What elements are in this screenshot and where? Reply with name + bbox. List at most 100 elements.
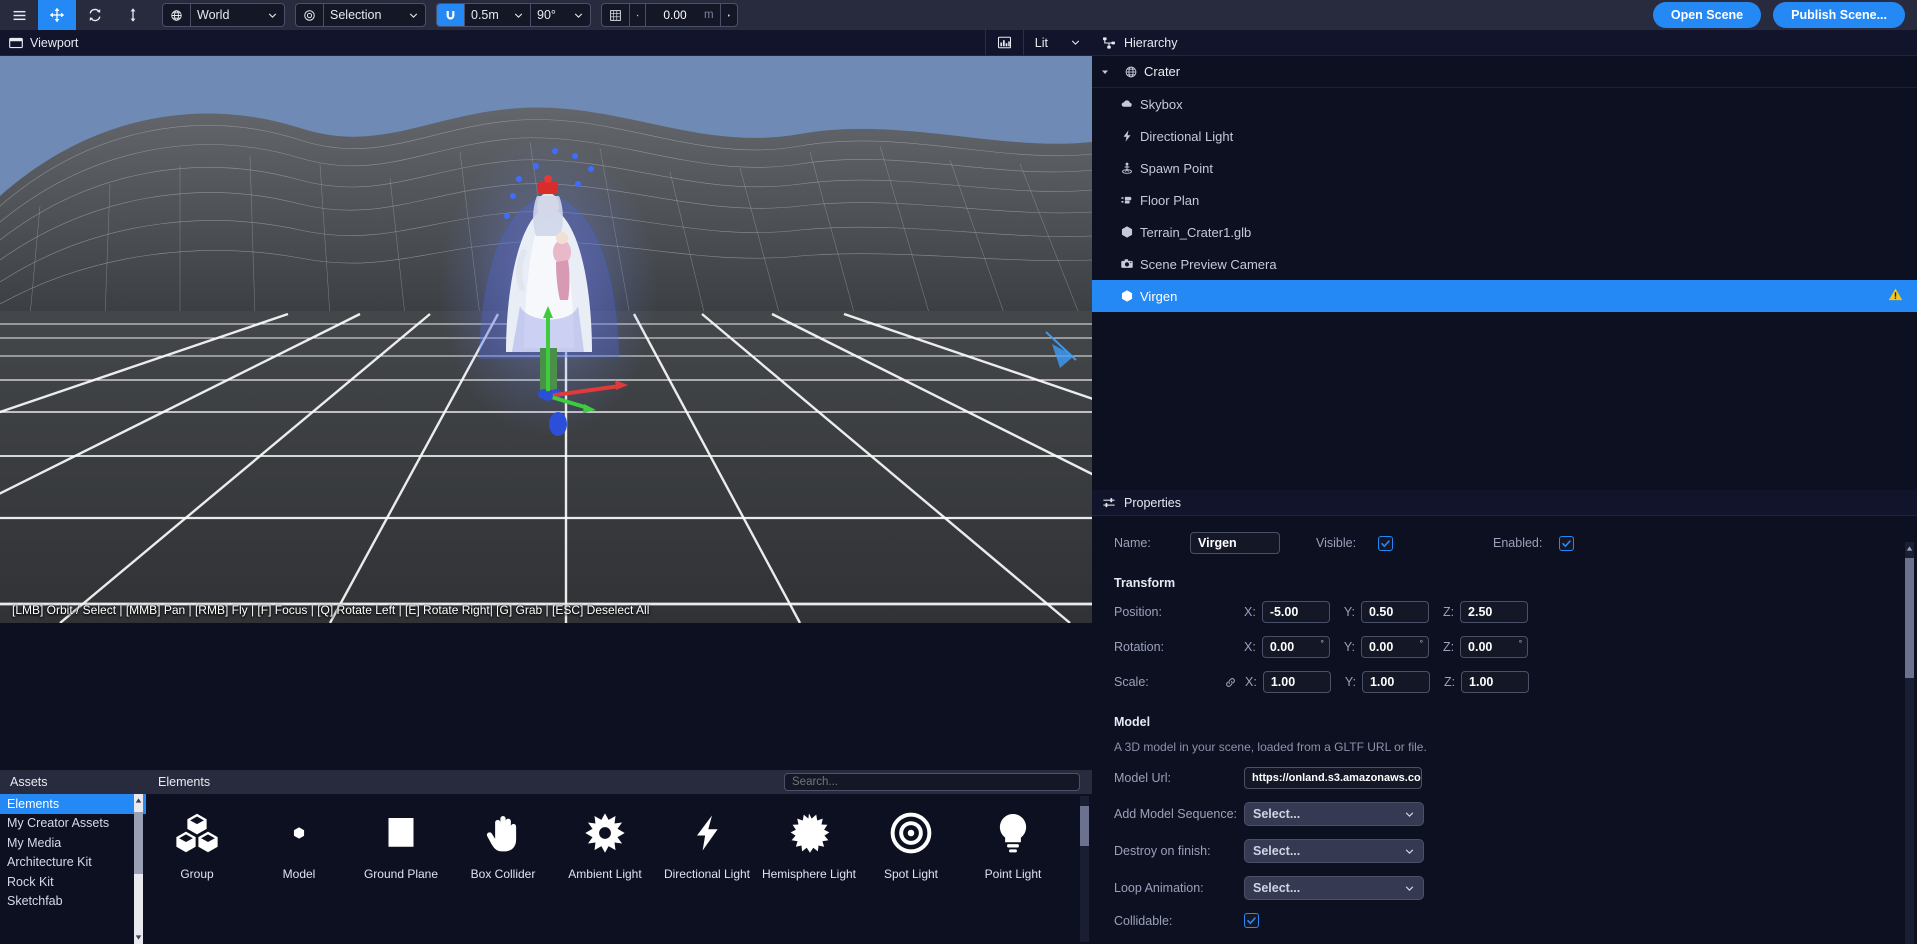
open-scene-button[interactable]: Open Scene [1652, 2, 1762, 28]
assets-item-label: Architecture Kit [7, 855, 92, 870]
viewport-header: Viewport Lit [0, 30, 1092, 56]
warning-icon[interactable] [1888, 287, 1903, 305]
hierarchy-item-spawn-point[interactable]: Spawn Point [1092, 152, 1917, 184]
elements-scrollbar[interactable] [1080, 796, 1089, 942]
scroll-up-arrow-icon[interactable] [1905, 542, 1914, 554]
rotate-icon [89, 8, 101, 22]
hierarchy-root-row[interactable]: Crater [1092, 56, 1917, 88]
coordinate-space-icon-cell[interactable] [163, 4, 191, 26]
add-model-sequence-value: Select... [1253, 807, 1301, 821]
element-card-spot-light[interactable]: Spot Light [860, 810, 962, 881]
snap-angle-dropdown[interactable]: 90° [531, 4, 590, 26]
position-y-axis-label: Y: [1343, 605, 1355, 619]
scale-label: Scale: [1114, 675, 1149, 689]
element-card-directional-light[interactable]: Directional Light [656, 810, 758, 881]
element-card-label: Model [282, 867, 316, 881]
scale-link-icon[interactable] [1224, 676, 1237, 689]
element-card-ground-plane[interactable]: Ground Plane [350, 810, 452, 881]
element-card-group[interactable]: Group [146, 810, 248, 881]
assets-item-my-media[interactable]: My Media [0, 833, 146, 853]
element-card-point-light[interactable]: Point Light [962, 810, 1064, 881]
assets-scroll-down-icon[interactable] [134, 931, 143, 944]
square-plane-icon [381, 810, 421, 856]
rotation-z-value: 0.00 [1468, 640, 1493, 654]
model-section-title: Model [1114, 715, 1151, 729]
viewport-stats-button[interactable] [984, 30, 1023, 55]
element-card-hemisphere-light[interactable]: Hemisphere Light [758, 810, 860, 881]
hierarchy-item-label: Virgen [1140, 288, 1178, 304]
rotation-y-value: 0.00 [1368, 640, 1394, 654]
shading-mode-value: Lit [1034, 35, 1048, 50]
assets-item-sketchfab[interactable]: Sketchfab [0, 892, 146, 912]
properties-scrollbar[interactable] [1905, 542, 1914, 944]
scale-tool-button[interactable] [114, 0, 152, 30]
element-card-ambient-light[interactable]: Ambient Light [554, 810, 656, 881]
hierarchy-item-scene-preview-camera[interactable]: Scene Preview Camera [1092, 248, 1917, 280]
grid-decrement-button[interactable] [630, 4, 646, 26]
move-tool-button[interactable] [38, 0, 76, 30]
collidable-checkbox[interactable] [1244, 913, 1259, 928]
hamburger-menu-button[interactable] [0, 0, 38, 30]
coordinate-space-dropdown[interactable]: World [191, 4, 284, 26]
element-card-label: Point Light [984, 867, 1042, 881]
triangle-left-icon [636, 13, 639, 17]
assets-item-rock-kit[interactable]: Rock Kit [0, 872, 146, 892]
shading-mode-dropdown[interactable]: Lit [1022, 30, 1092, 55]
expand-caret-icon[interactable] [1092, 67, 1118, 77]
collidable-label: Collidable: [1114, 913, 1173, 928]
elements-search-input[interactable] [784, 773, 1080, 791]
model-section-description: A 3D model in your scene, loaded from a … [1114, 740, 1427, 754]
snap-distance-value: 0.5m [471, 8, 499, 22]
hierarchy-item-floor-plan[interactable]: Floor Plan [1092, 184, 1917, 216]
position-y-input[interactable]: 0.50 [1360, 601, 1429, 623]
grid-value-field[interactable]: 0.00 m [646, 4, 721, 26]
assets-item-my-creator-assets[interactable]: My Creator Assets [0, 814, 146, 834]
pivot-mode-dropdown[interactable]: Selection [324, 4, 425, 26]
scale-x-axis-label: X: [1245, 675, 1257, 689]
rotation-row: Rotation: X: 0.00 ° Y: 0.00 ° Z: 0.00 ° [1114, 636, 1895, 658]
scale-z-input[interactable]: 1.00 [1461, 671, 1530, 693]
assets-scrollbar[interactable] [134, 794, 143, 944]
hierarchy-item-skybox[interactable]: Skybox [1092, 88, 1917, 120]
hierarchy-item-directional-light[interactable]: Directional Light [1092, 120, 1917, 152]
position-x-input[interactable]: -5.00 [1261, 601, 1330, 623]
hierarchy-item-terrain-crater1-glb[interactable]: Terrain_Crater1.glb [1092, 216, 1917, 248]
scale-y-input[interactable]: 1.00 [1361, 671, 1430, 693]
assets-item-elements[interactable]: Elements [0, 794, 146, 814]
assets-item-architecture-kit[interactable]: Architecture Kit [0, 853, 146, 873]
name-input[interactable]: Virgen [1190, 532, 1280, 554]
scene-render [0, 56, 1092, 623]
scale-z-axis-label: Z: [1443, 675, 1456, 689]
destroy-on-finish-value: Select... [1253, 844, 1301, 858]
grid-increment-button[interactable] [721, 4, 737, 26]
visible-checkbox[interactable] [1378, 535, 1393, 551]
rotation-z-input[interactable]: 0.00 ° [1460, 636, 1529, 658]
element-card-model[interactable]: Model [248, 810, 350, 881]
hierarchy-item-label: Skybox [1140, 96, 1183, 112]
loop-animation-dropdown[interactable]: Select... [1244, 876, 1424, 900]
model-url-input[interactable]: https://onland.s3.amazonaws.com/nfts/58e… [1244, 767, 1422, 789]
snap-toggle-button[interactable] [437, 4, 465, 26]
add-model-sequence-dropdown[interactable]: Select... [1244, 802, 1424, 826]
publish-scene-button[interactable]: Publish Scene... [1773, 2, 1905, 28]
viewport-3d-canvas[interactable]: [LMB] Orbit / Select | [MMB] Pan | [RMB]… [0, 56, 1092, 623]
enabled-checkbox[interactable] [1559, 535, 1574, 551]
pivot-mode-icon-cell[interactable] [296, 4, 324, 26]
degree-symbol: ° [1419, 639, 1423, 648]
assets-scroll-thumb[interactable] [134, 812, 143, 874]
position-z-input[interactable]: 2.50 [1460, 601, 1529, 623]
assets-panel: Assets Elements My Creator Assets My Media… [0, 770, 146, 944]
scale-x-input[interactable]: 1.00 [1262, 671, 1331, 693]
rotate-tool-button[interactable] [76, 0, 114, 30]
properties-scroll-thumb[interactable] [1905, 558, 1914, 678]
hierarchy-item-virgen[interactable]: Virgen [1092, 280, 1917, 312]
rotation-x-input[interactable]: 0.00 ° [1261, 636, 1330, 658]
element-card-box-collider[interactable]: Box Collider [452, 810, 554, 881]
loop-animation-label: Loop Animation: [1114, 881, 1204, 895]
assets-scroll-up-icon[interactable] [134, 794, 143, 807]
snap-distance-dropdown[interactable]: 0.5m [465, 4, 531, 26]
destroy-on-finish-dropdown[interactable]: Select... [1244, 839, 1424, 863]
elements-scroll-thumb[interactable] [1080, 806, 1089, 846]
grid-toggle-button[interactable] [602, 4, 630, 26]
rotation-y-input[interactable]: 0.00 ° [1360, 636, 1429, 658]
